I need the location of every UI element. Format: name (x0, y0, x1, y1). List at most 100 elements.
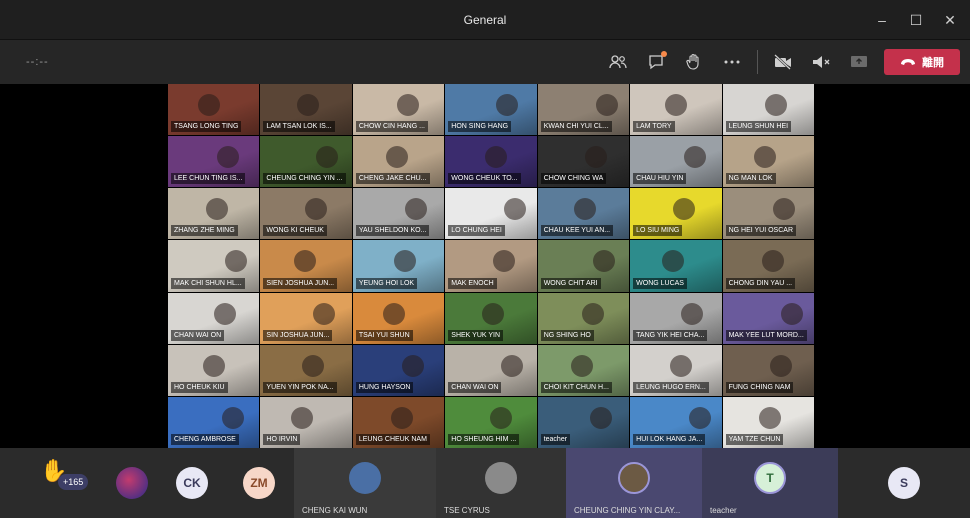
participant-tile[interactable]: MAK CHI SHUN HL... (168, 240, 260, 292)
close-button[interactable]: ✕ (936, 6, 964, 34)
participant-tile[interactable]: FUNG CHING NAM (722, 344, 814, 396)
participant-video-silhouette (595, 94, 618, 116)
participant-name-label: HON SING HANG (448, 121, 512, 133)
participant-tile[interactable]: YEUNG HOI LOK (352, 240, 445, 292)
participant-name-label: YEUNG HOI LOK (355, 277, 418, 289)
participant-tile[interactable]: CHOI KIT CHUN H... (537, 344, 630, 396)
participant-tile[interactable]: MAK ENOCH (445, 240, 537, 292)
participant-video-silhouette (573, 198, 596, 221)
raise-hand-icon[interactable] (681, 49, 707, 75)
footer-video-cheung-ching-yin[interactable]: CHEUNG CHING YIN CLAY... (566, 448, 702, 518)
participant-tile[interactable]: WONG CHIT ARI (537, 240, 630, 292)
people-icon[interactable] (605, 49, 631, 75)
footer-video-tse-cyrus[interactable]: TSE CYRUS (436, 448, 566, 518)
participant-tile[interactable]: LAM TORY (630, 84, 722, 136)
participant-tile[interactable]: teacher (537, 396, 630, 448)
participant-tile[interactable]: WONG CHEUK TO... (445, 136, 537, 188)
participant-tile[interactable]: CHAN WAI ON (445, 344, 537, 396)
footer-avatar-teacher[interactable]: T teacher (702, 448, 838, 518)
participant-video-silhouette (570, 354, 593, 377)
participant-tile[interactable]: WONG LUCAS (630, 240, 722, 292)
participant-name-label: CHOI KIT CHUN H... (540, 381, 612, 393)
participant-name-label: FUNG CHING NAM (725, 381, 794, 393)
participant-tile[interactable]: SIN JOSHUA JUN... (260, 292, 352, 344)
participant-tile[interactable]: LEUNG SHUN HEI (722, 84, 814, 136)
participant-tile[interactable]: TSAI YUI SHUN (352, 292, 445, 344)
footer-avatar-ck[interactable]: CK (160, 448, 224, 518)
participant-tile[interactable]: LO SIU MING (630, 188, 722, 240)
participant-tile[interactable]: CHENG AMBROSE (168, 396, 260, 448)
participant-tile[interactable]: NG MAN LOK (722, 136, 814, 188)
share-tray-icon[interactable] (846, 49, 872, 75)
participant-tile[interactable]: HO IRVIN (260, 396, 352, 448)
participant-tile[interactable]: LEUNG CHEUK NAM (352, 396, 445, 448)
participant-video-silhouette (302, 354, 325, 377)
participant-tile[interactable]: LAM TSAN LOK IS... (260, 84, 352, 136)
participant-tile[interactable]: CHAN WAI ON (168, 292, 260, 344)
participant-video-silhouette (401, 354, 424, 377)
participant-name-label: KWAN CHI YUI CL... (540, 121, 612, 133)
participant-tile[interactable]: CHEUNG CHING YIN ... (260, 136, 352, 188)
participant-name-label: NG SHING HO (540, 329, 594, 341)
participant-tile[interactable]: WONG KI CHEUK (260, 188, 352, 240)
participant-video-silhouette (404, 198, 427, 221)
participant-video-silhouette (584, 146, 607, 169)
participant-tile[interactable]: CHOW CIN HANG ... (352, 84, 445, 136)
phone-hangup-icon (901, 59, 915, 65)
leave-button-label: 離開 (922, 57, 944, 69)
avatar-initials-zm: ZM (243, 467, 275, 499)
participant-tile[interactable]: HON SING HANG (445, 84, 537, 136)
participant-tile[interactable]: KWAN CHI YUI CL... (537, 84, 630, 136)
participant-name-label: LEUNG CHEUK NAM (355, 433, 430, 445)
mic-muted-icon[interactable] (808, 49, 834, 75)
participant-label: CHENG KAI WUN (302, 506, 368, 515)
participant-tile[interactable]: YAU SHELDON KO... (352, 188, 445, 240)
participant-tile[interactable]: YAM TZE CHUN (722, 396, 814, 448)
participant-tile[interactable]: ZHANG ZHE MING (168, 188, 260, 240)
participant-tile[interactable]: HUNG HAYSON (352, 344, 445, 396)
participant-tile[interactable]: LEE CHUN TING IS... (168, 136, 260, 188)
participant-tile[interactable]: MAK YEE LUT MORD... (722, 292, 814, 344)
participant-name-label: CHONG DIN YAU ... (725, 277, 796, 289)
participant-tile[interactable]: TANG YIK HEI CHA... (630, 292, 722, 344)
participant-name-label: WONG CHIT ARI (540, 277, 601, 289)
participant-tile[interactable]: CHOW CHING WA (537, 136, 630, 188)
participant-name-label: WONG KI CHEUK (263, 225, 327, 237)
participant-tile[interactable]: CHAU HIU YIN (630, 136, 722, 188)
participant-tile[interactable]: NG SHING HO (537, 292, 630, 344)
participant-video-silhouette (206, 198, 228, 221)
leave-button[interactable]: 離開 (884, 49, 960, 75)
minimize-button[interactable]: – (868, 6, 896, 34)
footer-video-cheng-kai-wun[interactable]: CHENG KAI WUN (294, 448, 436, 518)
chat-icon[interactable] (643, 49, 669, 75)
participant-video-silhouette (665, 94, 688, 116)
participant-tile[interactable]: CHENG JAKE CHU... (352, 136, 445, 188)
participant-tile[interactable]: CHAU KEE YUI AN... (537, 188, 630, 240)
participant-name-label: SHEK YUK YIN (448, 329, 504, 341)
footer-avatar-s[interactable]: S (838, 448, 970, 518)
participant-name-label: HO SHEUNG HIM ... (448, 433, 520, 445)
participant-tile[interactable]: NG HEI YUI OSCAR (722, 188, 814, 240)
footer-avatar-game[interactable] (104, 448, 160, 518)
participant-tile[interactable]: LO CHUNG HEI (445, 188, 537, 240)
participant-name-label: TSAI YUI SHUN (355, 329, 413, 341)
participant-tile[interactable]: HO CHEUK KIU (168, 344, 260, 396)
participant-tile[interactable]: SIEN JOSHUA JUN... (260, 240, 352, 292)
participant-tile[interactable]: HO SHEUNG HIM ... (445, 396, 537, 448)
participant-tile[interactable]: SHEK YUK YIN (445, 292, 537, 344)
footer-avatar-zm[interactable]: ZM (224, 448, 294, 518)
participant-tile[interactable]: LEUNG HUGO ERN... (630, 344, 722, 396)
participant-tile[interactable]: HUI LOK HANG JA... (630, 396, 722, 448)
participant-tile[interactable]: TSANG LONG TING (168, 84, 260, 136)
maximize-button[interactable]: ☐ (902, 6, 930, 34)
participant-name-label: CHEUNG CHING YIN ... (263, 173, 346, 185)
participant-tile[interactable]: CHONG DIN YAU ... (722, 240, 814, 292)
participant-video-silhouette (291, 406, 314, 429)
participant-video-silhouette (493, 250, 516, 273)
camera-off-icon[interactable] (770, 49, 796, 75)
raised-hand-overflow[interactable]: ✋ +165 (0, 448, 104, 518)
more-icon[interactable] (719, 49, 745, 75)
participant-video-silhouette (393, 250, 416, 273)
participant-name-label: CHENG AMBROSE (171, 433, 239, 445)
participant-tile[interactable]: YUEN YIN POK NA... (260, 344, 352, 396)
